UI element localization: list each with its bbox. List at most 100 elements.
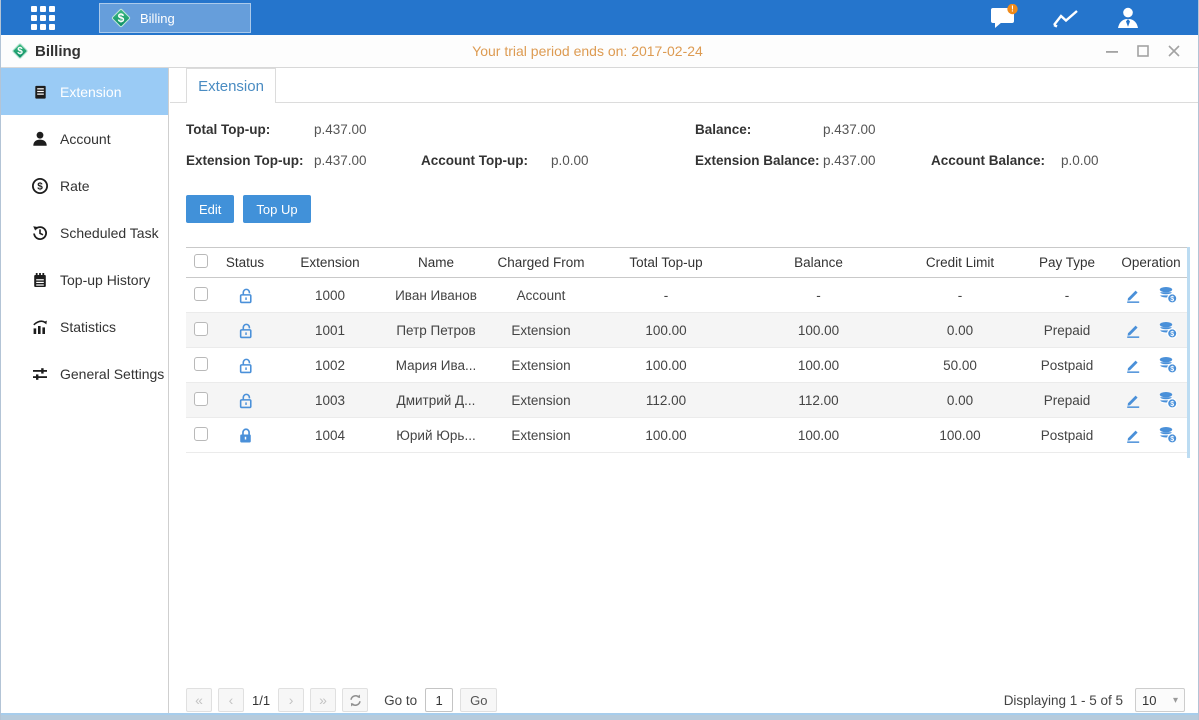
cell-pay-type: Prepaid xyxy=(1019,313,1115,348)
column-header-credit-limit: Credit Limit xyxy=(901,248,1019,278)
cell-balance: 100.00 xyxy=(736,348,901,383)
cell-total-topup: - xyxy=(596,278,736,313)
prev-page-button[interactable]: ‹ xyxy=(218,688,244,712)
edit-pencil-icon[interactable] xyxy=(1124,426,1142,444)
edit-pencil-icon[interactable] xyxy=(1124,391,1142,409)
sidebar-item-scheduled-task[interactable]: Scheduled Task xyxy=(1,209,168,256)
sidebar-item-extension[interactable]: Extension xyxy=(1,68,168,115)
top-up-button[interactable]: Top Up xyxy=(243,195,310,223)
resource-monitor-icon[interactable] xyxy=(1051,5,1081,31)
row-checkbox[interactable] xyxy=(194,392,208,406)
goto-label: Go to xyxy=(384,693,417,708)
billing-diamond-icon: $ xyxy=(110,7,132,29)
tab-strip: Extension xyxy=(170,68,1198,103)
row-checkbox[interactable] xyxy=(194,287,208,301)
summary-account-balance-value: p.0.00 xyxy=(1061,153,1099,168)
summary-total-topup-value: p.437.00 xyxy=(314,122,367,137)
cell-name: Иван Иванов xyxy=(386,278,486,313)
topup-coins-icon[interactable]: $ xyxy=(1158,356,1178,374)
maximize-icon[interactable] xyxy=(1135,43,1151,59)
rate-icon: $ xyxy=(31,177,49,195)
edit-pencil-icon[interactable] xyxy=(1124,356,1142,374)
edit-pencil-icon[interactable] xyxy=(1124,321,1142,339)
column-header-extension: Extension xyxy=(274,248,386,278)
row-checkbox[interactable] xyxy=(194,357,208,371)
cell-charged-from: Extension xyxy=(486,383,596,418)
cell-pay-type: Postpaid xyxy=(1019,418,1115,453)
goto-page-input[interactable] xyxy=(425,688,453,712)
sidebar-item-top-up-history[interactable]: Top-up History xyxy=(1,256,168,303)
refresh-icon[interactable] xyxy=(342,688,368,712)
svg-text:$: $ xyxy=(37,181,43,192)
cell-balance: 100.00 xyxy=(736,418,901,453)
column-header-total-top-up: Total Top-up xyxy=(596,248,736,278)
edit-button[interactable]: Edit xyxy=(186,195,234,223)
top-bar: $ Billing ! xyxy=(1,0,1198,35)
pagination-bar: « ‹ 1/1 › » Go to Go Displaying 1 - 5 of… xyxy=(186,685,1185,715)
sidebar: ExtensionAccount$Rate Scheduled Task Top-u… xyxy=(1,68,169,713)
topup-coins-icon[interactable]: $ xyxy=(1158,426,1178,444)
page-size-select[interactable]: 10 ▾ xyxy=(1135,688,1185,712)
cell-credit-limit: 50.00 xyxy=(901,348,1019,383)
messages-icon[interactable]: ! xyxy=(989,5,1019,31)
select-all-checkbox[interactable] xyxy=(194,254,208,268)
sidebar-item-label: Scheduled Task xyxy=(60,225,159,241)
sidebar-item-general-settings[interactable]: General Settings xyxy=(1,350,168,397)
cell-pay-type: Prepaid xyxy=(1019,383,1115,418)
table-scrollbar[interactable] xyxy=(1187,247,1190,458)
go-button[interactable]: Go xyxy=(460,688,497,712)
column-header-pay-type: Pay Type xyxy=(1019,248,1115,278)
cell-pay-type: Postpaid xyxy=(1019,348,1115,383)
table-row: 1001Петр ПетровExtension100.00100.000.00… xyxy=(186,313,1187,348)
cell-charged-from: Extension xyxy=(486,418,596,453)
cell-charged-from: Extension xyxy=(486,348,596,383)
apps-grid-icon[interactable] xyxy=(31,6,55,30)
edit-pencil-icon[interactable] xyxy=(1124,286,1142,304)
extension-table: StatusExtensionNameCharged FromTotal Top… xyxy=(186,247,1185,453)
column-header-balance: Balance xyxy=(736,248,901,278)
minimize-icon[interactable] xyxy=(1104,43,1120,59)
next-page-button[interactable]: › xyxy=(278,688,304,712)
billing-task-tab[interactable]: $ Billing xyxy=(99,3,251,33)
status-unlocked-icon xyxy=(236,321,255,340)
cell-credit-limit: 0.00 xyxy=(901,313,1019,348)
row-checkbox[interactable] xyxy=(194,427,208,441)
summary-panel: Total Top-up: p.437.00 Balance: p.437.00… xyxy=(170,114,1198,180)
tab-extension[interactable]: Extension xyxy=(186,68,276,103)
cell-pay-type: - xyxy=(1019,278,1115,313)
topup-coins-icon[interactable]: $ xyxy=(1158,286,1178,304)
summary-balance-value: p.437.00 xyxy=(823,122,876,137)
sidebar-item-account[interactable]: Account xyxy=(1,115,168,162)
sidebar-item-statistics[interactable]: Statistics xyxy=(1,303,168,350)
user-icon[interactable] xyxy=(1113,5,1143,31)
cell-balance: - xyxy=(736,278,901,313)
topup-coins-icon[interactable]: $ xyxy=(1158,391,1178,409)
cell-total-topup: 100.00 xyxy=(596,348,736,383)
billing-diamond-icon: $ xyxy=(11,42,29,60)
first-page-button[interactable]: « xyxy=(186,688,212,712)
cell-name: Юрий Юрь... xyxy=(386,418,486,453)
row-checkbox[interactable] xyxy=(194,322,208,336)
cell-total-topup: 100.00 xyxy=(596,418,736,453)
cell-name: Мария Ива... xyxy=(386,348,486,383)
svg-text:$: $ xyxy=(1170,331,1174,338)
sidebar-item-label: Top-up History xyxy=(60,272,150,288)
cell-extension: 1000 xyxy=(274,278,386,313)
sidebar-item-rate[interactable]: $Rate xyxy=(1,162,168,209)
cell-balance: 100.00 xyxy=(736,313,901,348)
close-icon[interactable] xyxy=(1166,43,1182,59)
table-row: 1002Мария Ива...Extension100.00100.0050.… xyxy=(186,348,1187,383)
status-unlocked-icon xyxy=(236,286,255,305)
last-page-button[interactable]: » xyxy=(310,688,336,712)
status-unlocked-icon xyxy=(236,391,255,410)
status-unlocked-icon xyxy=(236,356,255,375)
summary-account-topup-value: p.0.00 xyxy=(551,153,589,168)
column-header-charged-from: Charged From xyxy=(486,248,596,278)
billing-task-tab-label: Billing xyxy=(140,11,175,26)
summary-account-topup: Account Top-up: xyxy=(421,153,528,168)
summary-extension-topup-value: p.437.00 xyxy=(314,153,367,168)
cell-credit-limit: 100.00 xyxy=(901,418,1019,453)
statistics-icon xyxy=(31,318,49,336)
topup-coins-icon[interactable]: $ xyxy=(1158,321,1178,339)
status-locked-icon xyxy=(236,426,255,445)
